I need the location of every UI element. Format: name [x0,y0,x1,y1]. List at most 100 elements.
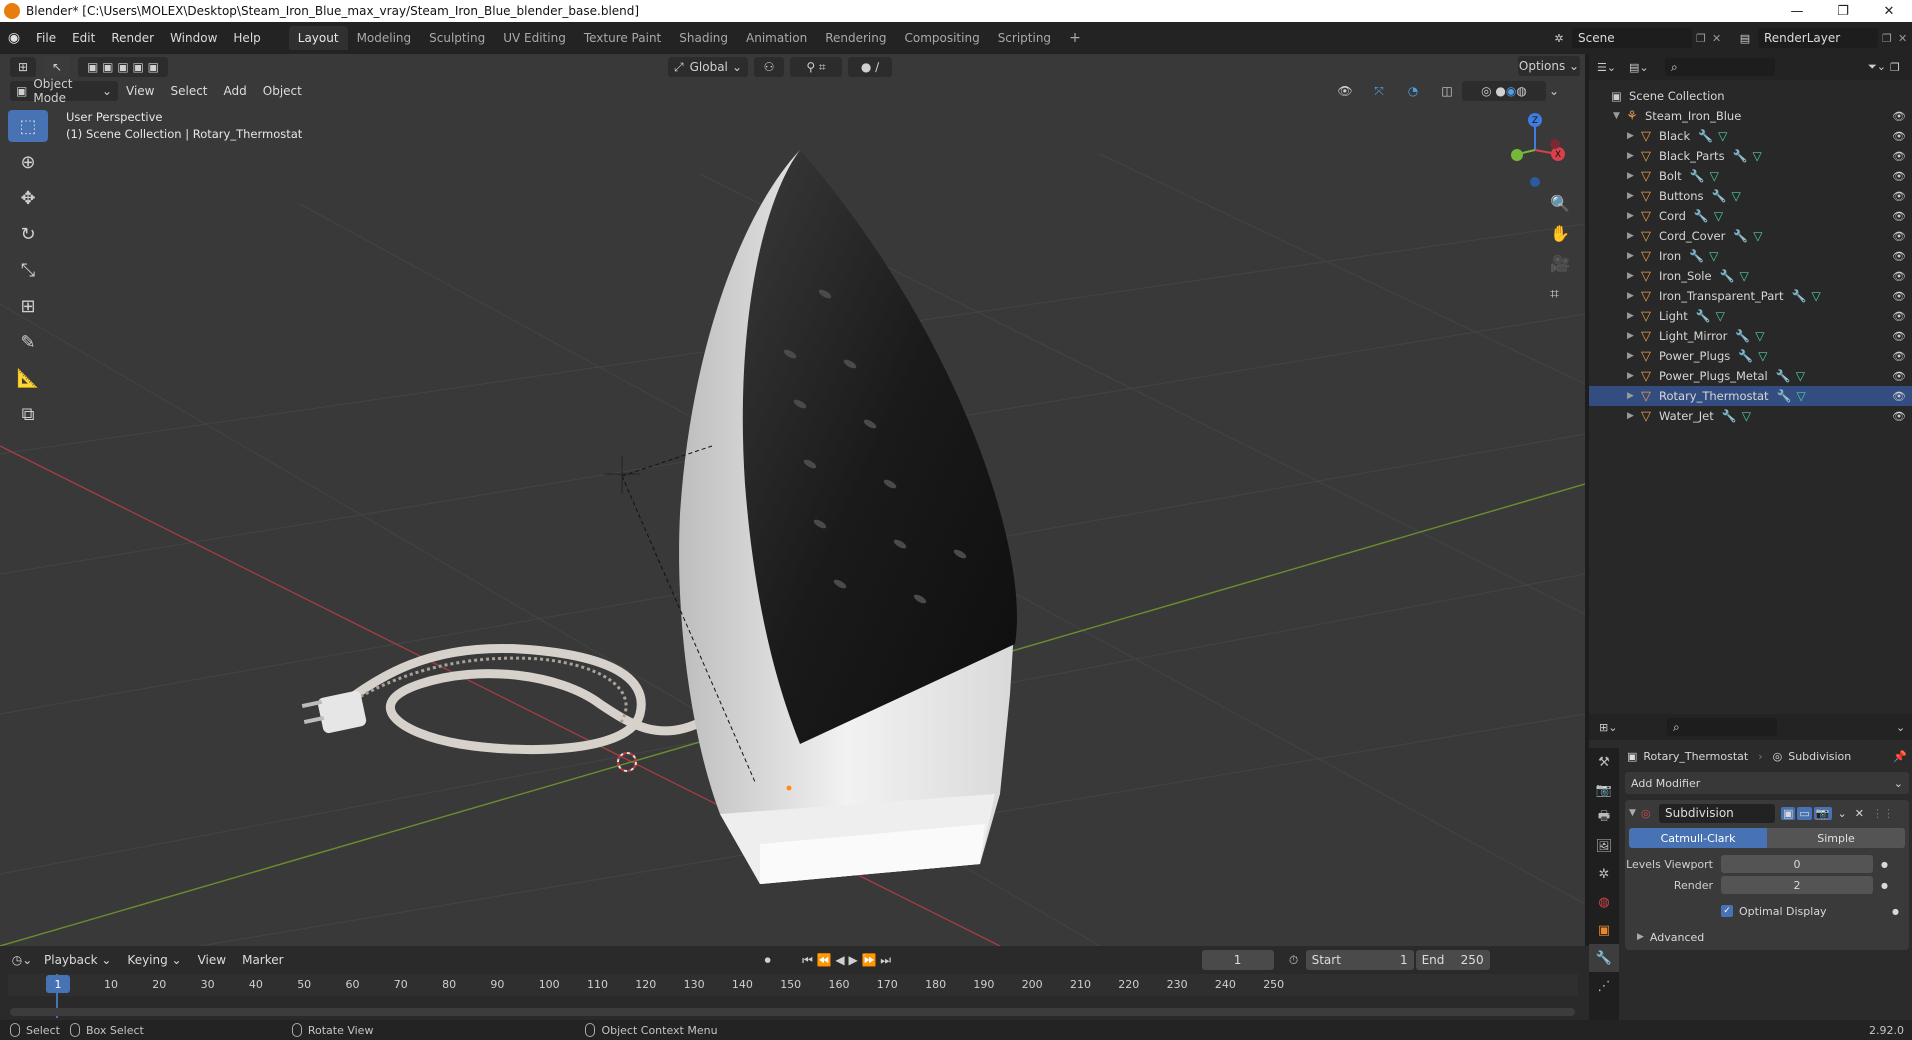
tab-scripting[interactable]: Scripting [989,26,1060,50]
levels-viewport-field[interactable]: 0 [1721,855,1873,873]
add-modifier-dropdown[interactable]: Add Modifier ⌄ [1625,772,1909,794]
outliner-item[interactable]: ▶ ▽ Rotary_Thermostat 🔧 ▽ 👁 [1589,386,1912,406]
zoom-icon[interactable]: 🔍 [1550,194,1572,224]
scale-tool-icon[interactable]: ⤡ [8,254,48,286]
keyframe-dot-icon[interactable]: ● [1892,907,1899,916]
expand-arrow-icon[interactable]: ▶ [1627,131,1639,141]
navigation-gizmo[interactable]: Z X [1500,110,1570,190]
end-frame-field[interactable]: End 250 [1415,950,1490,970]
tab-animation[interactable]: Animation [737,26,816,50]
ortho-grid-icon[interactable]: ⌗ [1550,284,1572,314]
properties-search-input[interactable]: ⌕ [1667,718,1777,736]
visibility-eye-icon[interactable]: 👁 [1892,170,1906,183]
new-collection-icon[interactable]: ❐ [1890,61,1912,74]
outliner-item[interactable]: ▶ ▽ Light_Mirror 🔧 ▽ 👁 [1589,326,1912,346]
viewport-scene[interactable] [0,54,1585,946]
menu-edit[interactable]: Edit [64,27,103,49]
gizmo-icon[interactable]: ⤧ [1364,81,1394,101]
visibility-eye-icon[interactable]: 👁 [1892,390,1906,403]
object-tab-icon[interactable]: ▣ [1589,916,1619,944]
annotate-tool-icon[interactable]: ✎ [8,326,48,358]
outliner-item[interactable]: ▶ ▽ Bolt 🔧 ▽ 👁 [1589,166,1912,186]
tool-tab-icon[interactable]: ⚒ [1589,748,1619,776]
outliner-item[interactable]: ▶ ▽ Power_Plugs_Metal 🔧 ▽ 👁 [1589,366,1912,386]
proportional-edit-icon[interactable]: ● ∕ [848,57,892,77]
expand-arrow-icon[interactable]: ▶ [1627,411,1639,421]
outliner-item[interactable]: ▶ ▽ Buttons 🔧 ▽ 👁 [1589,186,1912,206]
modifier-wrench-icon[interactable]: 🔧 [1791,289,1806,303]
timeline-marker-menu[interactable]: Marker [234,949,291,971]
visibility-eye-icon[interactable]: 👁 [1892,110,1906,123]
visibility-eye-icon[interactable]: 👁 [1892,130,1906,143]
visibility-eye-icon[interactable]: 👁 [1892,210,1906,223]
modifier-wrench-icon[interactable]: 🔧 [1722,409,1737,423]
tab-sculpting[interactable]: Sculpting [420,26,494,50]
visibility-eye-icon[interactable]: 👁 [1892,330,1906,343]
collapse-arrow-icon[interactable]: ▼ [1629,808,1641,818]
selection-mode-icons[interactable]: ▣ ▣ ▣ ▣ ▣ [78,57,168,77]
viewport-view-menu[interactable]: View [118,80,162,102]
keyframe-dot-icon[interactable]: ● [1881,881,1888,890]
mesh-data-icon[interactable]: ▽ [1758,349,1767,363]
outliner-item[interactable]: ▶ ▽ Water_Jet 🔧 ▽ 👁 [1589,406,1912,426]
mesh-data-icon[interactable]: ▽ [1709,249,1718,263]
modifier-wrench-icon[interactable]: 🔧 [1735,329,1750,343]
render-layer-field[interactable]: RenderLayer [1758,28,1878,48]
move-tool-icon[interactable]: ✥ [8,182,48,214]
mesh-data-icon[interactable]: ▽ [1797,389,1806,403]
modifier-wrench-icon[interactable]: 🔧 [1696,309,1711,323]
visibility-eye-icon[interactable]: 👁 [1892,230,1906,243]
view-layer-tab-icon[interactable]: 🖼 [1589,832,1619,860]
blender-menu-icon[interactable]: ◉ [0,27,28,49]
modifier-wrench-icon[interactable]: 🔧 [1733,229,1748,243]
visibility-eye-icon[interactable]: 👁 [1892,410,1906,423]
visibility-eye-icon[interactable]: 👁 [1892,290,1906,303]
modifier-wrench-icon[interactable]: 🔧 [1694,209,1709,223]
modifier-wrench-icon[interactable]: 🔧 [1733,149,1748,163]
mesh-data-icon[interactable]: ▽ [1714,209,1723,223]
select-tool-icon[interactable]: ↖ [44,57,70,77]
select-box-tool-icon[interactable]: ⬚ [8,110,48,142]
expand-arrow-icon[interactable]: ▶ [1627,331,1639,341]
menu-help[interactable]: Help [225,27,268,49]
mesh-data-icon[interactable]: ▽ [1731,189,1740,203]
rotate-tool-icon[interactable]: ↻ [8,218,48,250]
expand-arrow-icon[interactable]: ▶ [1627,271,1639,281]
playhead-frame-label[interactable]: 1 [46,975,70,993]
mesh-data-icon[interactable]: ▽ [1716,309,1725,323]
visibility-eye-icon[interactable]: 👁 [1892,270,1906,283]
expand-arrow-icon[interactable]: ▼ [1613,111,1625,121]
scene-tab-icon[interactable]: ✲ [1589,860,1619,888]
modifier-tab-icon[interactable]: 🔧 [1589,944,1619,972]
delete-scene-icon[interactable]: ✕ [1712,32,1726,45]
maximize-button[interactable]: ❐ [1820,0,1866,22]
edit-mode-toggle-icon[interactable]: ▣ [1781,806,1796,820]
visibility-eye-icon[interactable]: 👁 [1892,150,1906,163]
mesh-data-icon[interactable]: ▽ [1796,369,1805,383]
editor-type-icon[interactable]: ⊞ [10,57,36,77]
mesh-data-icon[interactable]: ▽ [1710,169,1719,183]
render-toggle-icon[interactable]: 📷 [1813,806,1832,820]
modifier-wrench-icon[interactable]: 🔧 [1776,369,1791,383]
playback-controls[interactable]: ⏮ ⏪ ◀ ▶ ⏩ ⏭ [792,950,902,970]
expand-arrow-icon[interactable]: ▶ [1627,191,1639,201]
optimal-display-checkbox[interactable]: ✓ [1721,905,1733,917]
expand-arrow-icon[interactable]: ▶ [1627,391,1639,401]
visibility-eye-icon[interactable]: 👁 [1892,250,1906,263]
viewport-add-menu[interactable]: Add [216,80,255,102]
outliner-item[interactable]: ▶ ▽ Cord 🔧 ▽ 👁 [1589,206,1912,226]
mesh-data-icon[interactable]: ▽ [1740,269,1749,283]
expand-arrow-icon[interactable]: ▶ [1627,371,1639,381]
modifier-wrench-icon[interactable]: 🔧 [1720,269,1735,283]
timeline-scrollbar[interactable] [10,1008,1575,1016]
clock-icon[interactable]: ⏱ [1282,950,1306,970]
mesh-data-icon[interactable]: ▽ [1753,229,1762,243]
outliner-item[interactable]: ▶ ▽ Iron 🔧 ▽ 👁 [1589,246,1912,266]
modifier-wrench-icon[interactable]: 🔧 [1689,249,1704,263]
expand-arrow-icon[interactable]: ▶ [1627,171,1639,181]
visibility-eye-icon[interactable]: 👁 [1892,370,1906,383]
transform-orientation-dropdown[interactable]: ⤢ Global ⌄ [668,57,748,77]
outliner-item[interactable]: ▶ ▽ Black_Parts 🔧 ▽ 👁 [1589,146,1912,166]
advanced-subpanel[interactable]: ▶ Advanced [1625,927,1909,947]
current-frame-field[interactable]: 1 [1201,950,1274,970]
